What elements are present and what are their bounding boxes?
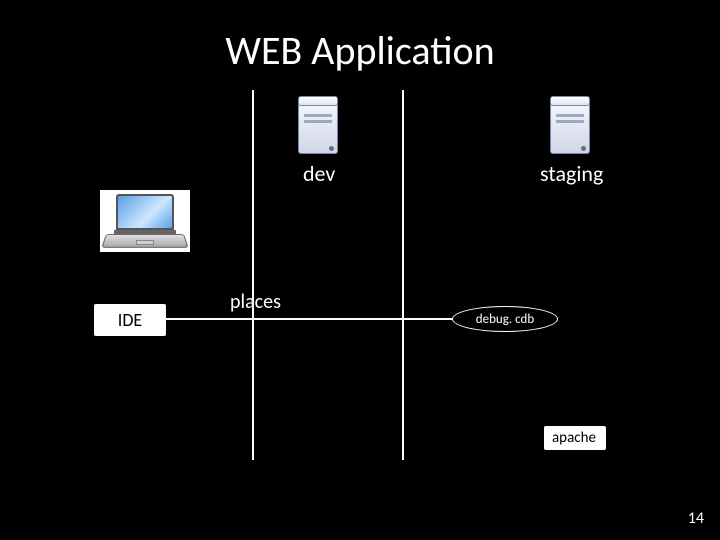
slide-title: WEB Application: [0, 26, 720, 75]
ide-box: IDE: [94, 304, 166, 336]
laptop-icon: [100, 190, 190, 252]
slide: WEB Application dev staging IDE places d…: [0, 0, 720, 540]
connector-ide-to-staging: [166, 318, 452, 320]
debug-cdb-label: debug. cdb: [476, 312, 534, 327]
debug-cdb-node: debug. cdb: [452, 306, 558, 332]
apache-node: apache: [544, 426, 606, 450]
server-icon-dev: [296, 96, 340, 156]
column-label-dev: dev: [303, 160, 335, 187]
server-icon-staging: [548, 96, 592, 156]
places-label: places: [230, 290, 281, 314]
page-number: 14: [688, 509, 704, 528]
lane-line-dev-left: [252, 90, 254, 460]
lane-line-dev-right: [402, 90, 404, 460]
column-label-staging: staging: [540, 160, 603, 187]
